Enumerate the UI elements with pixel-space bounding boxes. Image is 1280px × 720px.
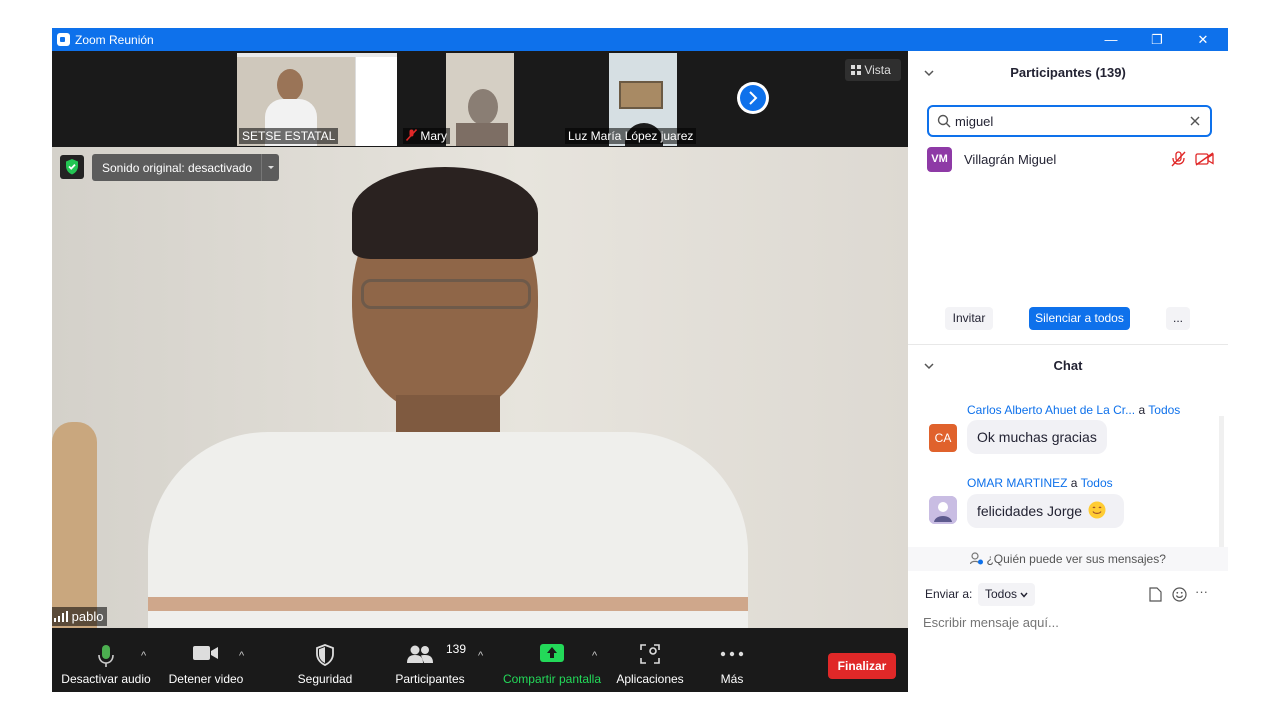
chevron-right-icon [749, 91, 758, 105]
thumbnail-label: Mary [403, 128, 451, 144]
end-meeting-button[interactable]: Finalizar [828, 653, 896, 679]
participants-button[interactable]: 139 Participantes [390, 628, 470, 692]
muted-mic-icon [405, 128, 418, 142]
chat-sender: Carlos Alberto Ahuet de La Cr... a Todos [967, 403, 1181, 417]
original-sound-dropdown[interactable] [261, 154, 279, 181]
stop-video-button[interactable]: Detener video [162, 628, 250, 692]
meeting-toolbar: Desactivar audio ^ Detener video ^ Segur… [52, 628, 908, 692]
participants-count: 139 [446, 642, 467, 656]
video-options-caret[interactable]: ^ [239, 650, 244, 662]
more-button[interactable]: Más [707, 628, 757, 692]
original-sound-label: Sonido original: desactivado [102, 161, 253, 175]
emoji-icon[interactable] [1172, 587, 1187, 602]
apps-button[interactable]: Aplicaciones [614, 628, 686, 692]
chat-scrollbar[interactable] [1219, 416, 1224, 566]
video-camera-icon [193, 646, 218, 660]
participants-more-button[interactable]: ... [1166, 307, 1190, 330]
thumbnail-tile-3[interactable]: Luz María López juarez [563, 53, 723, 146]
thumbnail-tile-1[interactable]: SETSE ESTATAL [237, 53, 397, 146]
close-window-button[interactable]: ✕ [1180, 28, 1226, 51]
microphone-icon [98, 645, 114, 667]
side-panel: Participantes (139) VM Villagrán Miguel … [908, 51, 1228, 692]
chat-sender: OMAR MARTINEZ a Todos [967, 476, 1113, 490]
person-info-icon [970, 552, 984, 565]
chat-header: Chat [908, 346, 1228, 386]
thumbnail-strip: SETSE ESTATAL Mary Luz María López juare… [52, 51, 908, 147]
grid-view-icon [851, 65, 861, 75]
avatar: VM [927, 147, 952, 172]
more-horizontal-icon [720, 651, 744, 657]
search-icon [937, 114, 951, 128]
send-to-label: Enviar a: [925, 587, 973, 601]
apps-icon [640, 644, 660, 664]
active-speaker-video: Sonido original: desactivado pablo [52, 147, 908, 628]
participant-search-box[interactable] [927, 105, 1212, 137]
file-icon[interactable] [1149, 587, 1162, 602]
thumbnail-label: SETSE ESTATAL [239, 128, 339, 144]
thumbnail-label: Luz María López juarez [565, 128, 697, 144]
share-screen-icon [540, 644, 564, 662]
smiling-emoji-icon [1088, 501, 1106, 519]
chat-message-text: Ok muchas gracias [967, 420, 1107, 454]
zoom-window: Zoom Reunión — ❐ ✕ SETSE ESTATAL Mary Lu… [52, 28, 1228, 692]
mute-all-button[interactable]: Silenciar a todos [1029, 307, 1130, 330]
speaker-name-tag: pablo [52, 607, 108, 626]
shield-check-icon [66, 159, 78, 175]
minimize-button[interactable]: — [1088, 28, 1134, 51]
video-off-icon[interactable] [1195, 152, 1214, 166]
who-can-see-link[interactable]: ¿Quién puede ver sus mensajes? [908, 547, 1228, 571]
muted-mic-icon[interactable] [1171, 151, 1186, 167]
caret-down-icon [268, 166, 274, 169]
tile-2-video [446, 53, 514, 146]
send-to-dropdown[interactable]: Todos [978, 583, 1036, 606]
video-area: SETSE ESTATAL Mary Luz María López juare… [52, 51, 908, 628]
section-divider [908, 344, 1228, 345]
shield-icon [316, 644, 334, 666]
participants-title: Participantes (139) [1010, 65, 1126, 80]
chat-title: Chat [1053, 358, 1083, 373]
chat-more-button[interactable]: ··· [1195, 584, 1208, 599]
security-button[interactable]: Seguridad [290, 628, 360, 692]
participants-options-caret[interactable]: ^ [478, 650, 483, 662]
participant-name: Villagrán Miguel [964, 152, 1057, 167]
signal-strength-icon [54, 611, 68, 622]
zoom-app-icon [57, 33, 70, 46]
participants-icon [407, 645, 433, 663]
chat-message-input[interactable] [923, 611, 1213, 633]
participants-header: Participantes (139) [908, 53, 1228, 93]
audio-options-caret[interactable]: ^ [141, 650, 146, 662]
avatar: CA [929, 424, 957, 452]
restore-button[interactable]: ❐ [1134, 28, 1180, 51]
collapse-chat-icon[interactable] [924, 346, 934, 403]
clear-search-icon[interactable] [1190, 116, 1200, 126]
mute-audio-button[interactable]: Desactivar audio [60, 628, 152, 692]
window-title: Zoom Reunión [75, 33, 154, 47]
share-screen-button[interactable]: Compartir pantalla [500, 628, 604, 692]
next-page-button[interactable] [737, 82, 769, 114]
avatar [929, 496, 957, 524]
view-button[interactable]: Vista [845, 59, 901, 81]
thumbnail-tile-2[interactable]: Mary [401, 53, 515, 146]
collapse-participants-icon[interactable] [924, 53, 934, 110]
invite-button[interactable]: Invitar [945, 307, 993, 330]
avatar-image-icon [929, 496, 957, 524]
participant-search-input[interactable] [955, 112, 1175, 130]
chevron-down-icon [1020, 592, 1028, 598]
chat-message-text: felicidades Jorge [967, 494, 1124, 528]
share-options-caret[interactable]: ^ [592, 650, 597, 662]
title-bar: Zoom Reunión — ❐ ✕ [52, 28, 1228, 51]
original-sound-toggle[interactable]: Sonido original: desactivado [92, 154, 279, 181]
security-shield[interactable] [60, 155, 84, 179]
